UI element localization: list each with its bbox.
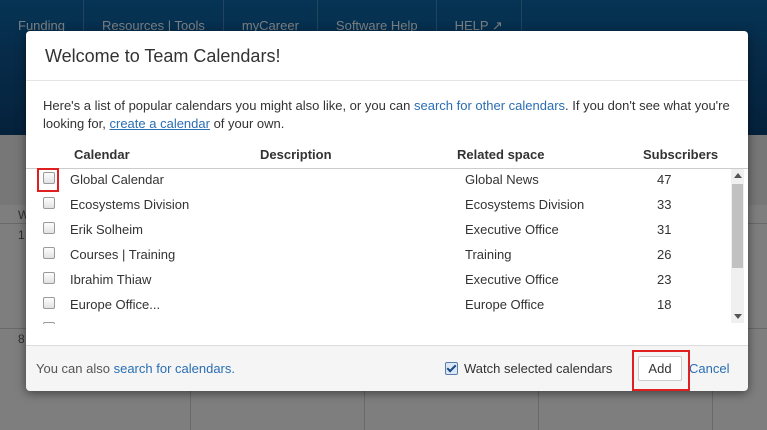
column-header-subscribers: Subscribers [643,147,719,162]
subscriber-count: 47 [657,172,672,187]
watch-selected-label[interactable]: Watch selected calendars [464,361,612,376]
related-space: Global News [465,172,539,187]
scroll-up-arrow-icon[interactable] [734,173,742,178]
subscriber-count: 26 [657,247,672,262]
table-row: Europe Office... Europe Office 18 [26,293,731,318]
table-row: Ibrahim Thiaw Executive Office 23 [26,268,731,293]
column-header-calendar: Calendar [74,147,130,162]
row-checkbox[interactable] [43,272,55,284]
intro-text-part: of your own. [209,116,285,131]
related-space: Europe Office [465,297,545,312]
table-row [26,318,731,324]
calendar-name: Europe Office... [70,297,161,312]
footer-text-part: You can also [36,361,114,376]
scrollbar-thumb[interactable] [732,184,743,268]
create-calendar-link[interactable]: create a calendar [110,116,210,131]
search-other-calendars-link[interactable]: search for other calendars [414,98,565,113]
subscriber-count: 23 [657,272,672,287]
dialog-title: Welcome to Team Calendars! [45,46,281,66]
calendar-name: Erik Solheim [70,222,143,237]
subscriber-count: 33 [657,197,672,212]
subscriber-count: 31 [657,222,672,237]
related-space: Training [465,247,512,262]
calendar-name: Global Calendar [70,172,164,187]
calendar-name: Courses | Training [70,247,176,262]
table-row: Global Calendar Global News 47 [26,168,731,193]
row-checkbox[interactable] [43,197,55,209]
row-checkbox[interactable] [43,222,55,234]
scroll-down-arrow-icon[interactable] [734,314,742,319]
row-checkbox[interactable] [43,322,55,324]
related-space: Ecosystems Division [465,197,585,212]
related-space: Executive Office [465,222,559,237]
calendar-name: Ibrahim Thiaw [70,272,152,287]
subscriber-count: 18 [657,297,672,312]
table-row: Erik Solheim Executive Office 31 [26,218,731,243]
welcome-dialog: Welcome to Team Calendars! Here's a list… [26,31,748,391]
cancel-link[interactable]: Cancel [689,361,729,376]
dialog-footer: You can also search for calendars. Watch… [26,345,748,391]
intro-text: Here's a list of popular calendars you m… [43,97,733,133]
add-button[interactable]: Add [638,356,682,381]
table-row: Ecosystems Division Ecosystems Division … [26,193,731,218]
watch-selected-checkbox[interactable] [445,362,458,375]
column-header-related-space: Related space [457,147,545,162]
table-row: Courses | Training Training 26 [26,243,731,268]
row-checkbox[interactable] [43,247,55,259]
list-scrollbar[interactable] [731,169,744,323]
footer-text: You can also search for calendars. [36,361,235,376]
search-calendars-link[interactable]: search for calendars. [114,361,235,376]
related-space: Executive Office [465,272,559,287]
intro-text-part: Here's a list of popular calendars you m… [43,98,415,113]
table-header: Calendar Description Related space Subsc… [26,144,748,169]
calendar-list[interactable]: Global Calendar Global News 47 Ecosystem… [26,168,748,324]
row-checkbox[interactable] [43,172,55,184]
dialog-header: Welcome to Team Calendars! [26,31,748,81]
calendar-name: Ecosystems Division [70,197,190,212]
row-checkbox[interactable] [43,297,55,309]
column-header-description: Description [260,147,332,162]
